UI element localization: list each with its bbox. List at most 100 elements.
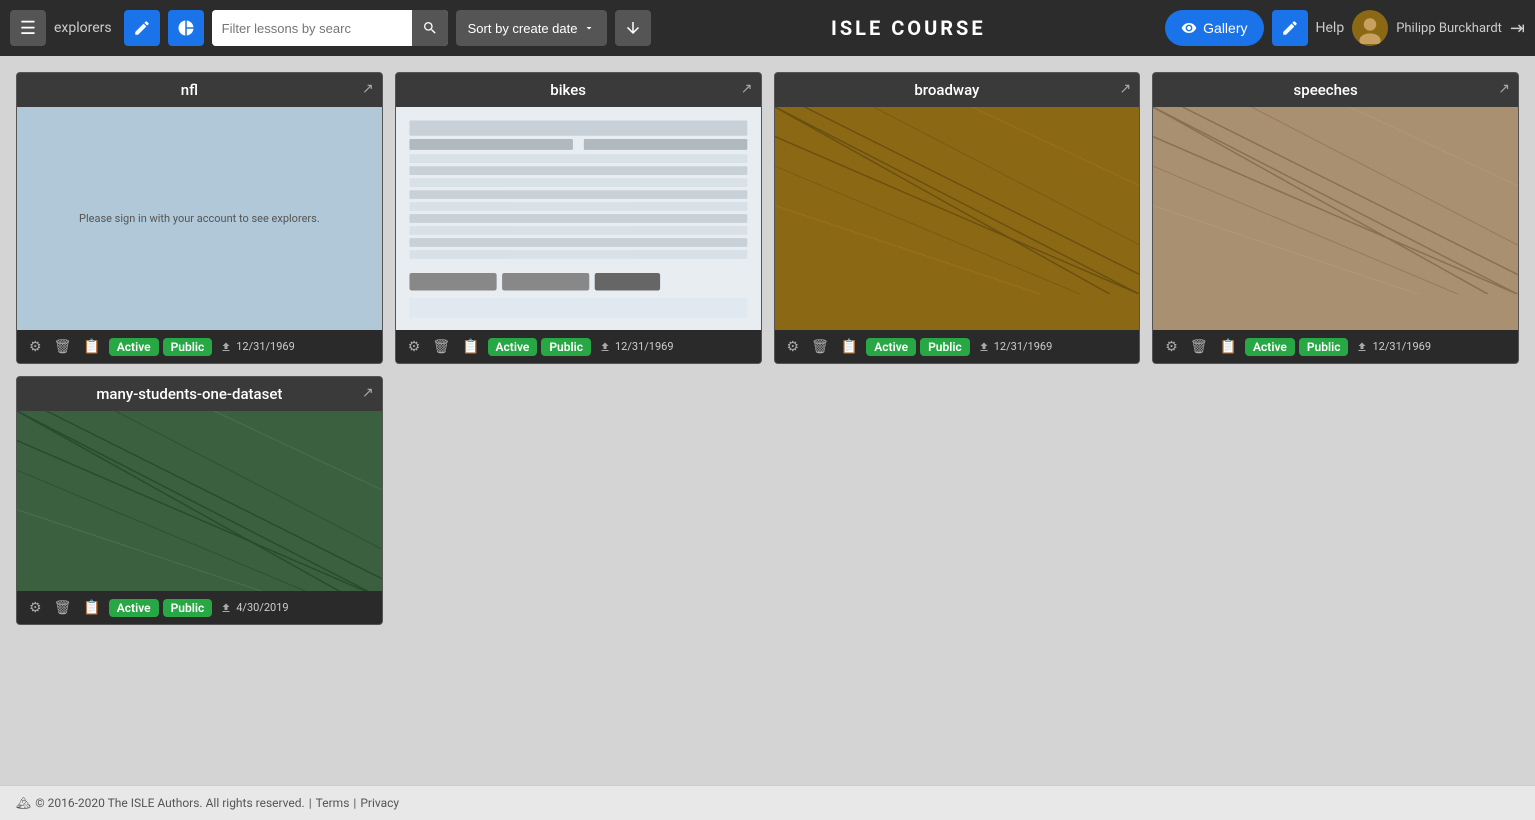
copy-button-speeches[interactable]: 📋 [1216,336,1241,357]
many-diagonal-svg [17,411,382,591]
edit-button[interactable] [1272,10,1308,46]
course-card-speeches[interactable]: speeches ↗ ⚙ 🗑 📋 [1152,72,1519,364]
explorers-label: explorers [54,20,112,36]
external-link-icon-broadway[interactable]: ↗ [1120,81,1132,97]
date-broadway: 12/31/1969 [978,340,1053,353]
bikes-screenshot [404,115,753,322]
upload-icon-bikes [599,341,611,353]
signout-button[interactable]: ⇥ [1510,18,1525,39]
help-label[interactable]: Help [1316,20,1345,36]
external-link-icon-bikes[interactable]: ↗ [741,81,753,97]
card-header-speeches: speeches ↗ [1153,73,1518,107]
pencil-icon [133,19,151,37]
delete-button-broadway[interactable]: 🗑 [807,336,833,357]
upload-icon-many [220,602,232,614]
delete-button-nfl[interactable]: 🗑 [50,336,76,357]
date-speeches: 12/31/1969 [1356,340,1431,353]
card-header-many: many-students-one-dataset ↗ [17,377,382,411]
delete-button-many[interactable]: 🗑 [50,597,76,618]
user-avatar-icon [1354,12,1386,44]
external-link-icon-nfl[interactable]: ↗ [362,81,374,97]
pie-chart-icon [177,19,195,37]
main-content: nfl ↗ Please sign in with your account t… [0,56,1535,785]
card-grid-row1: nfl ↗ Please sign in with your account t… [16,72,1519,364]
upload-icon-broadway [978,341,990,353]
arrow-down-icon [624,19,642,37]
copy-button-many[interactable]: 📋 [79,597,104,618]
upload-icon-speeches [1356,341,1368,353]
card-header-bikes: bikes ↗ [396,73,761,107]
sort-label: Sort by create date [468,21,578,36]
settings-button-broadway[interactable]: ⚙ [783,336,804,357]
public-badge-speeches: Public [1299,338,1349,356]
footer-privacy-link[interactable]: Privacy [360,796,399,810]
public-badge-bikes: Public [541,338,591,356]
card-preview-speeches [1153,107,1518,330]
nfl-sign-in-text: Please sign in with your account to see … [69,202,330,235]
date-many: 4/30/2019 [220,601,288,614]
footer-terms-link[interactable]: Terms [316,796,350,810]
card-header-broadway: broadway ↗ [775,73,1140,107]
card-title-nfl: nfl [181,81,198,99]
avatar[interactable] [1352,10,1388,46]
footer-isle-icon: 🏔 [16,796,31,810]
search-icon [422,20,438,36]
edit-lessons-button[interactable] [124,10,160,46]
copy-button-bikes[interactable]: 📋 [458,336,483,357]
card-preview-many [17,411,382,591]
card-footer-bikes: ⚙ 🗑 📋 Active Public 12/31/1969 [396,330,761,363]
settings-button-speeches[interactable]: ⚙ [1161,336,1182,357]
card-preview-bikes [396,107,761,330]
course-card-nfl[interactable]: nfl ↗ Please sign in with your account t… [16,72,383,364]
card-footer-speeches: ⚙ 🗑 📋 Active Public 12/31/1969 [1153,330,1518,363]
card-preview-broadway [775,107,1140,330]
page-footer: 🏔 © 2016-2020 The ISLE Authors. All righ… [0,785,1535,820]
date-nfl: 12/31/1969 [220,340,295,353]
active-badge-many: Active [109,599,159,617]
settings-button-nfl[interactable]: ⚙ [25,336,46,357]
card-footer-nfl: ⚙ 🗑 📋 Active Public 12/31/1969 [17,330,382,363]
footer-copyright: © 2016-2020 The ISLE Authors. All rights… [35,796,304,810]
course-card-bikes[interactable]: bikes ↗ [395,72,762,364]
external-link-icon-many[interactable]: ↗ [362,385,374,401]
card-title-speeches: speeches [1294,81,1358,99]
sort-button[interactable]: Sort by create date [456,10,608,46]
chevron-down-icon [583,22,595,34]
delete-button-bikes[interactable]: 🗑 [428,336,454,357]
card-title-broadway: broadway [914,81,979,99]
active-badge-bikes: Active [488,338,538,356]
card-footer-many: ⚙ 🗑 📋 Active Public 4/30/2019 [17,591,382,624]
card-footer-broadway: ⚙ 🗑 📋 Active Public 12/31/1969 [775,330,1140,363]
copy-button-broadway[interactable]: 📋 [837,336,862,357]
card-header-nfl: nfl ↗ [17,73,382,107]
gallery-button[interactable]: Gallery [1165,10,1263,46]
user-name[interactable]: Philipp Burckhardt [1396,21,1502,36]
sort-direction-button[interactable] [615,10,651,46]
upload-icon-nfl [220,341,232,353]
app-header: ☰ explorers Sort by create date ISLE COU… [0,0,1535,56]
active-badge-broadway: Active [866,338,916,356]
pie-chart-button[interactable] [168,10,204,46]
menu-button[interactable]: ☰ [10,10,46,46]
search-input-wrap [212,10,448,46]
card-preview-nfl: Please sign in with your account to see … [17,107,382,330]
search-input[interactable] [212,10,412,46]
settings-button-many[interactable]: ⚙ [25,597,46,618]
speeches-diagonal-svg [1153,107,1518,294]
card-title-bikes: bikes [550,81,586,99]
pencil-edit-icon [1281,19,1299,37]
settings-button-bikes[interactable]: ⚙ [404,336,425,357]
search-button[interactable] [412,10,448,46]
delete-button-speeches[interactable]: 🗑 [1186,336,1212,357]
public-badge-broadway: Public [920,338,970,356]
eye-icon [1181,20,1197,36]
external-link-icon-speeches[interactable]: ↗ [1498,81,1510,97]
course-card-many-students[interactable]: many-students-one-dataset ↗ ⚙ � [16,376,383,625]
public-badge-nfl: Public [163,338,213,356]
public-badge-many: Public [163,599,213,617]
gallery-label: Gallery [1203,20,1247,36]
card-grid-row2: many-students-one-dataset ↗ ⚙ � [16,376,1519,625]
copy-button-nfl[interactable]: 📋 [79,336,104,357]
app-title: ISLE COURSE [659,16,1157,40]
course-card-broadway[interactable]: broadway ↗ ⚙ 🗑 📋 [774,72,1141,364]
